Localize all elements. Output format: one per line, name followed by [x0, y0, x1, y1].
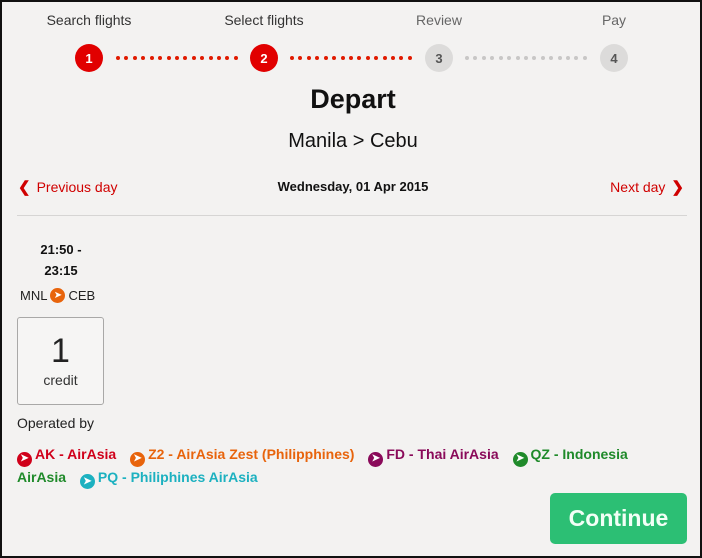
connector-dot — [340, 56, 345, 60]
connector-dot — [149, 56, 154, 60]
connector-dot — [540, 56, 545, 60]
connector-dot — [200, 56, 205, 60]
connector-dot — [465, 56, 469, 60]
step-3-circle: 3 — [425, 44, 453, 72]
connector-dot — [306, 56, 311, 60]
current-date: Wednesday, 01 Apr 2015 — [277, 179, 429, 194]
connector-dot — [407, 56, 412, 60]
fare-amount: 1 — [51, 332, 70, 370]
plane-icon: ➤ — [17, 451, 32, 467]
connector-dot — [124, 56, 129, 60]
carrier-z2: ➤ Z2 - AirAsia Zest (Philipphines) — [130, 446, 355, 467]
connector-dot — [382, 56, 387, 60]
step-connector-3-4 — [465, 55, 587, 61]
connector-dot — [365, 56, 370, 60]
route-heading: Manila > Cebu — [288, 130, 418, 152]
plane-icon: ➤ — [130, 451, 146, 467]
connector-dot — [515, 56, 520, 60]
carrier-name: PQ - Philiphines AirAsia — [97, 468, 258, 485]
connector-dot — [225, 56, 230, 60]
connector-dot — [357, 56, 362, 60]
destination-code: CEB — [68, 288, 96, 303]
connector-dot — [208, 56, 213, 60]
arrival-time: 23:15 — [44, 263, 78, 278]
plane-icon: ➤ — [50, 288, 66, 303]
fare-unit: credit — [43, 372, 78, 388]
connector-dot — [374, 56, 379, 60]
connector-dot — [174, 56, 179, 60]
carrier-ak: ➤ AK - AirAsia — [17, 446, 117, 467]
carrier-name: FD - Thai AirAsia — [386, 446, 499, 462]
connector-dot — [290, 56, 294, 60]
connector-dot — [191, 56, 196, 60]
connector-dot — [323, 56, 328, 60]
chevron-right-icon: ❯ — [671, 179, 684, 196]
flight-time: 21:50 - 23:15 — [17, 239, 105, 281]
plane-icon: ➤ — [512, 451, 528, 467]
plane-icon: ➤ — [79, 474, 95, 489]
connector-dot — [549, 56, 554, 60]
step-label-select-flights: Select flights — [224, 12, 304, 28]
connector-dot — [574, 56, 579, 60]
step-4-circle: 4 — [600, 44, 628, 72]
plane-icon: ➤ — [368, 451, 384, 467]
connector-dot — [348, 56, 353, 60]
step-label-search-flights: Search flights — [46, 12, 132, 28]
flight-route: MNL ➤ CEB — [20, 288, 95, 303]
step-label-pay: Pay — [601, 12, 627, 28]
connector-dot — [490, 56, 495, 60]
divider — [17, 215, 687, 216]
operated-by-label: Operated by — [17, 415, 95, 431]
connector-dot — [183, 56, 188, 60]
page-title: Depart — [310, 84, 396, 114]
carrier-fd: ➤ FD - Thai AirAsia — [368, 446, 499, 467]
connector-dot — [523, 56, 528, 60]
connector-dot — [532, 56, 537, 60]
connector-dot — [116, 56, 120, 60]
connector-dot — [315, 56, 320, 60]
departure-time: 21:50 - — [40, 242, 82, 257]
carrier-list: ➤ AK - AirAsia ➤ Z2 - AirAsia Zest (Philip… — [17, 444, 677, 489]
connector-dot — [141, 56, 146, 60]
connector-dot — [481, 56, 486, 60]
connector-dot — [391, 56, 396, 60]
connector-dot — [566, 56, 571, 60]
carrier-name: AK - AirAsia — [35, 446, 117, 462]
connector-dot — [582, 56, 587, 60]
carrier-pq: ➤ PQ - Philiphines AirAsia — [79, 468, 258, 489]
connector-dot — [132, 56, 137, 60]
connector-dot — [217, 56, 222, 60]
step-connector-2-3 — [290, 55, 412, 61]
connector-dot — [158, 56, 163, 60]
next-day-label: Next day — [610, 179, 666, 195]
connector-dot — [332, 56, 337, 60]
connector-dot — [399, 56, 404, 60]
connector-dot — [507, 56, 512, 60]
origin-code: MNL — [20, 288, 48, 303]
step-2-circle[interactable]: 2 — [250, 44, 278, 72]
connector-dot — [233, 56, 238, 60]
connector-dot — [473, 56, 478, 60]
continue-button[interactable]: Continue — [550, 493, 687, 544]
next-day-link[interactable]: Next day ❯ — [610, 178, 684, 196]
connector-dot — [166, 56, 171, 60]
step-label-review: Review — [416, 12, 462, 28]
carrier-name: Z2 - AirAsia Zest (Philipphines) — [148, 446, 355, 462]
connector-dot — [498, 56, 503, 60]
connector-dot — [298, 56, 303, 60]
fare-option[interactable]: 1 credit — [17, 317, 104, 405]
connector-dot — [557, 56, 562, 60]
booking-page: Search flights Select flights Review Pay… — [0, 0, 702, 558]
step-1-circle[interactable]: 1 — [75, 44, 103, 72]
step-connector-1-2 — [116, 55, 238, 61]
